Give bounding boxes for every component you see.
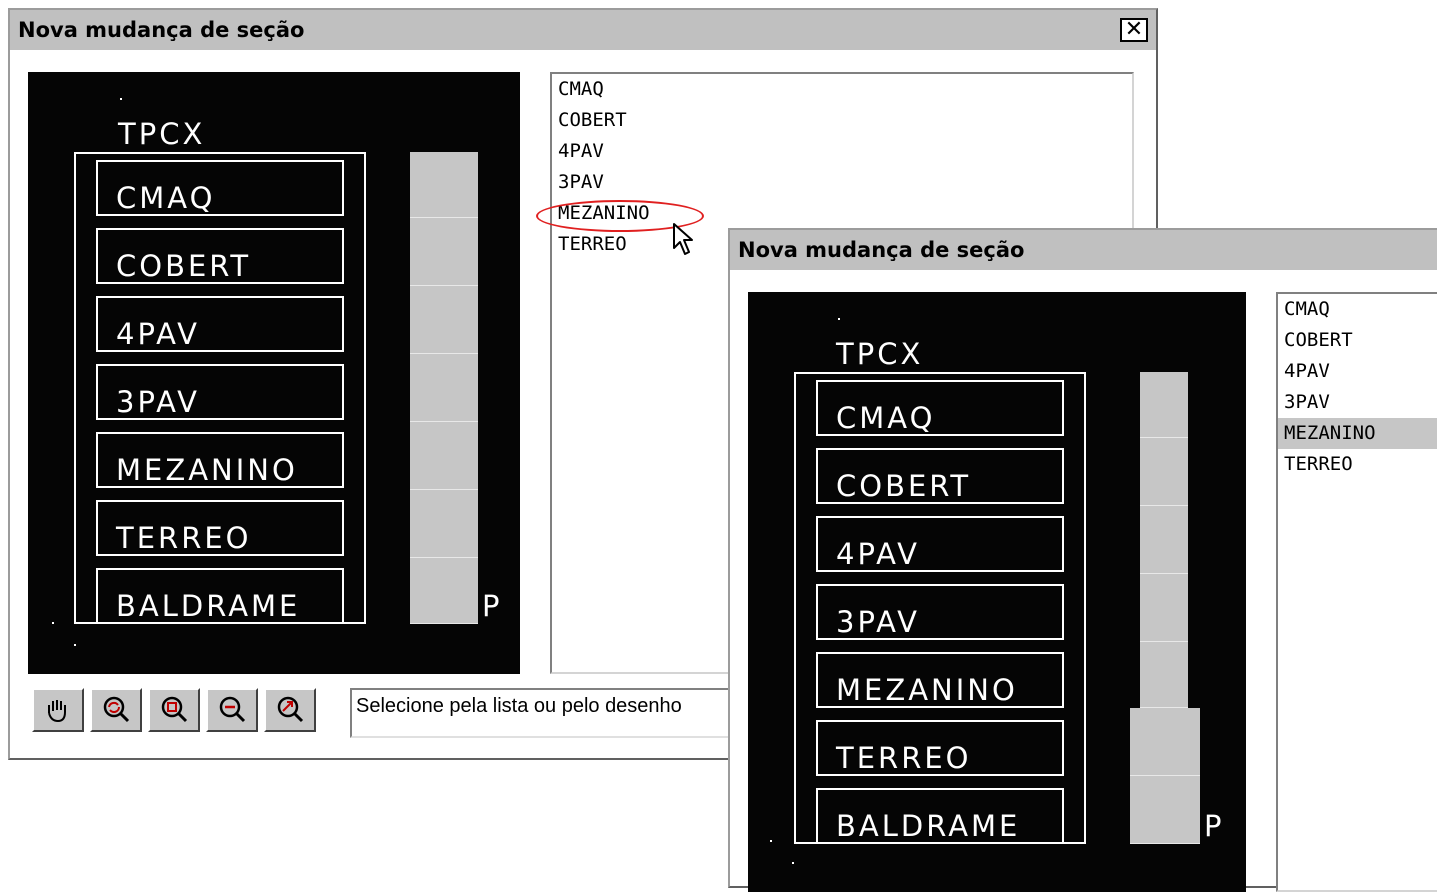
zoom-out-button[interactable] (206, 688, 258, 732)
list-item-mezanino[interactable]: MEZANINO (552, 198, 1132, 229)
building-drawing-canvas[interactable]: TPCX CMAQ COBERT 4PAV 3PAV MEZANINO TERR… (28, 72, 520, 674)
drawing-dot (770, 840, 772, 842)
list-item-terreo[interactable]: TERREO (1278, 449, 1437, 480)
bar-segment-cmaq[interactable] (1140, 372, 1188, 438)
list-item-mezanino[interactable]: MEZANINO (1278, 418, 1437, 449)
floor-box-3pav[interactable]: 3PAV (96, 364, 344, 420)
zoom-window-icon (161, 696, 188, 723)
floor-box-3pav[interactable]: 3PAV (816, 584, 1064, 640)
building-name-label: TPCX (836, 337, 924, 371)
zoom-out-icon (219, 696, 246, 723)
bar-segment-mezanino[interactable] (410, 422, 478, 490)
bar-segment-baldrame[interactable] (410, 558, 478, 624)
section-bar (410, 152, 478, 624)
drawing-toolbar (32, 688, 316, 732)
bar-segment-4pav[interactable] (410, 286, 478, 354)
bar-segment-baldrame[interactable] (1130, 776, 1200, 844)
floor-box-baldrame[interactable]: BALDRAME (96, 568, 344, 624)
bar-segment-terreo[interactable] (1130, 708, 1200, 776)
zoom-extents-button[interactable] (264, 688, 316, 732)
list-item-3pav[interactable]: 3PAV (552, 167, 1132, 198)
bar-segment-terreo[interactable] (410, 490, 478, 558)
floor-box-mezanino[interactable]: MEZANINO (816, 652, 1064, 708)
bar-marker-label: P (482, 589, 503, 623)
bar-segment-cobert[interactable] (1140, 438, 1188, 506)
section-change-dialog-2: Nova mudança de seção TPCX CMAQ COBERT 4… (728, 228, 1437, 892)
pan-button[interactable] (32, 688, 84, 732)
list-item-4pav[interactable]: 4PAV (1278, 356, 1437, 387)
building-drawing-canvas[interactable]: TPCX CMAQ COBERT 4PAV 3PAV MEZANINO TERR… (748, 292, 1246, 892)
list-item-cmaq[interactable]: CMAQ (1278, 294, 1437, 325)
bar-segment-cmaq[interactable] (410, 152, 478, 218)
bar-segment-4pav[interactable] (1140, 506, 1188, 574)
list-item-4pav[interactable]: 4PAV (552, 136, 1132, 167)
close-button[interactable]: ✕ (1120, 18, 1148, 42)
drawing-dot (792, 862, 794, 864)
zoom-refresh-button[interactable] (90, 688, 142, 732)
drawing-dot (74, 644, 76, 646)
bar-marker-label: P (1204, 809, 1225, 843)
pan-hand-icon (48, 700, 66, 723)
mouse-pointer-icon (673, 223, 693, 255)
floor-box-cobert[interactable]: COBERT (816, 448, 1064, 504)
bar-segment-mezanino[interactable] (1140, 642, 1188, 708)
floor-box-cmaq[interactable]: CMAQ (816, 380, 1064, 436)
bar-segment-cobert[interactable] (410, 218, 478, 286)
bar-segment-3pav[interactable] (410, 354, 478, 422)
floor-box-terreo[interactable]: TERREO (96, 500, 344, 556)
floor-box-4pav[interactable]: 4PAV (96, 296, 344, 352)
bar-segment-3pav[interactable] (1140, 574, 1188, 642)
floor-listbox[interactable]: CMAQ COBERT 4PAV 3PAV MEZANINO TERREO (1276, 292, 1437, 892)
dialog-title: Nova mudança de seção (738, 238, 1025, 262)
floor-box-baldrame[interactable]: BALDRAME (816, 788, 1064, 844)
dialog-titlebar[interactable]: Nova mudança de seção ✕ (10, 10, 1156, 50)
list-item-cobert[interactable]: COBERT (1278, 325, 1437, 356)
dialog-title: Nova mudança de seção (18, 18, 305, 42)
drawing-dot (120, 98, 122, 100)
zoom-refresh-icon (103, 696, 130, 723)
list-item-cmaq[interactable]: CMAQ (552, 74, 1132, 105)
floor-box-terreo[interactable]: TERREO (816, 720, 1064, 776)
floor-box-cobert[interactable]: COBERT (96, 228, 344, 284)
zoom-extents-icon (277, 696, 304, 723)
floor-box-4pav[interactable]: 4PAV (816, 516, 1064, 572)
status-message: Selecione pela lista ou pelo desenho (350, 688, 770, 738)
floor-box-cmaq[interactable]: CMAQ (96, 160, 344, 216)
dialog-titlebar[interactable]: Nova mudança de seção (730, 230, 1437, 270)
list-item-cobert[interactable]: COBERT (552, 105, 1132, 136)
drawing-dot (52, 622, 54, 624)
drawing-dot (838, 318, 840, 320)
list-item-3pav[interactable]: 3PAV (1278, 387, 1437, 418)
floor-box-mezanino[interactable]: MEZANINO (96, 432, 344, 488)
zoom-window-button[interactable] (148, 688, 200, 732)
section-bar (1130, 372, 1200, 844)
building-name-label: TPCX (118, 117, 206, 151)
close-icon: ✕ (1124, 17, 1144, 42)
